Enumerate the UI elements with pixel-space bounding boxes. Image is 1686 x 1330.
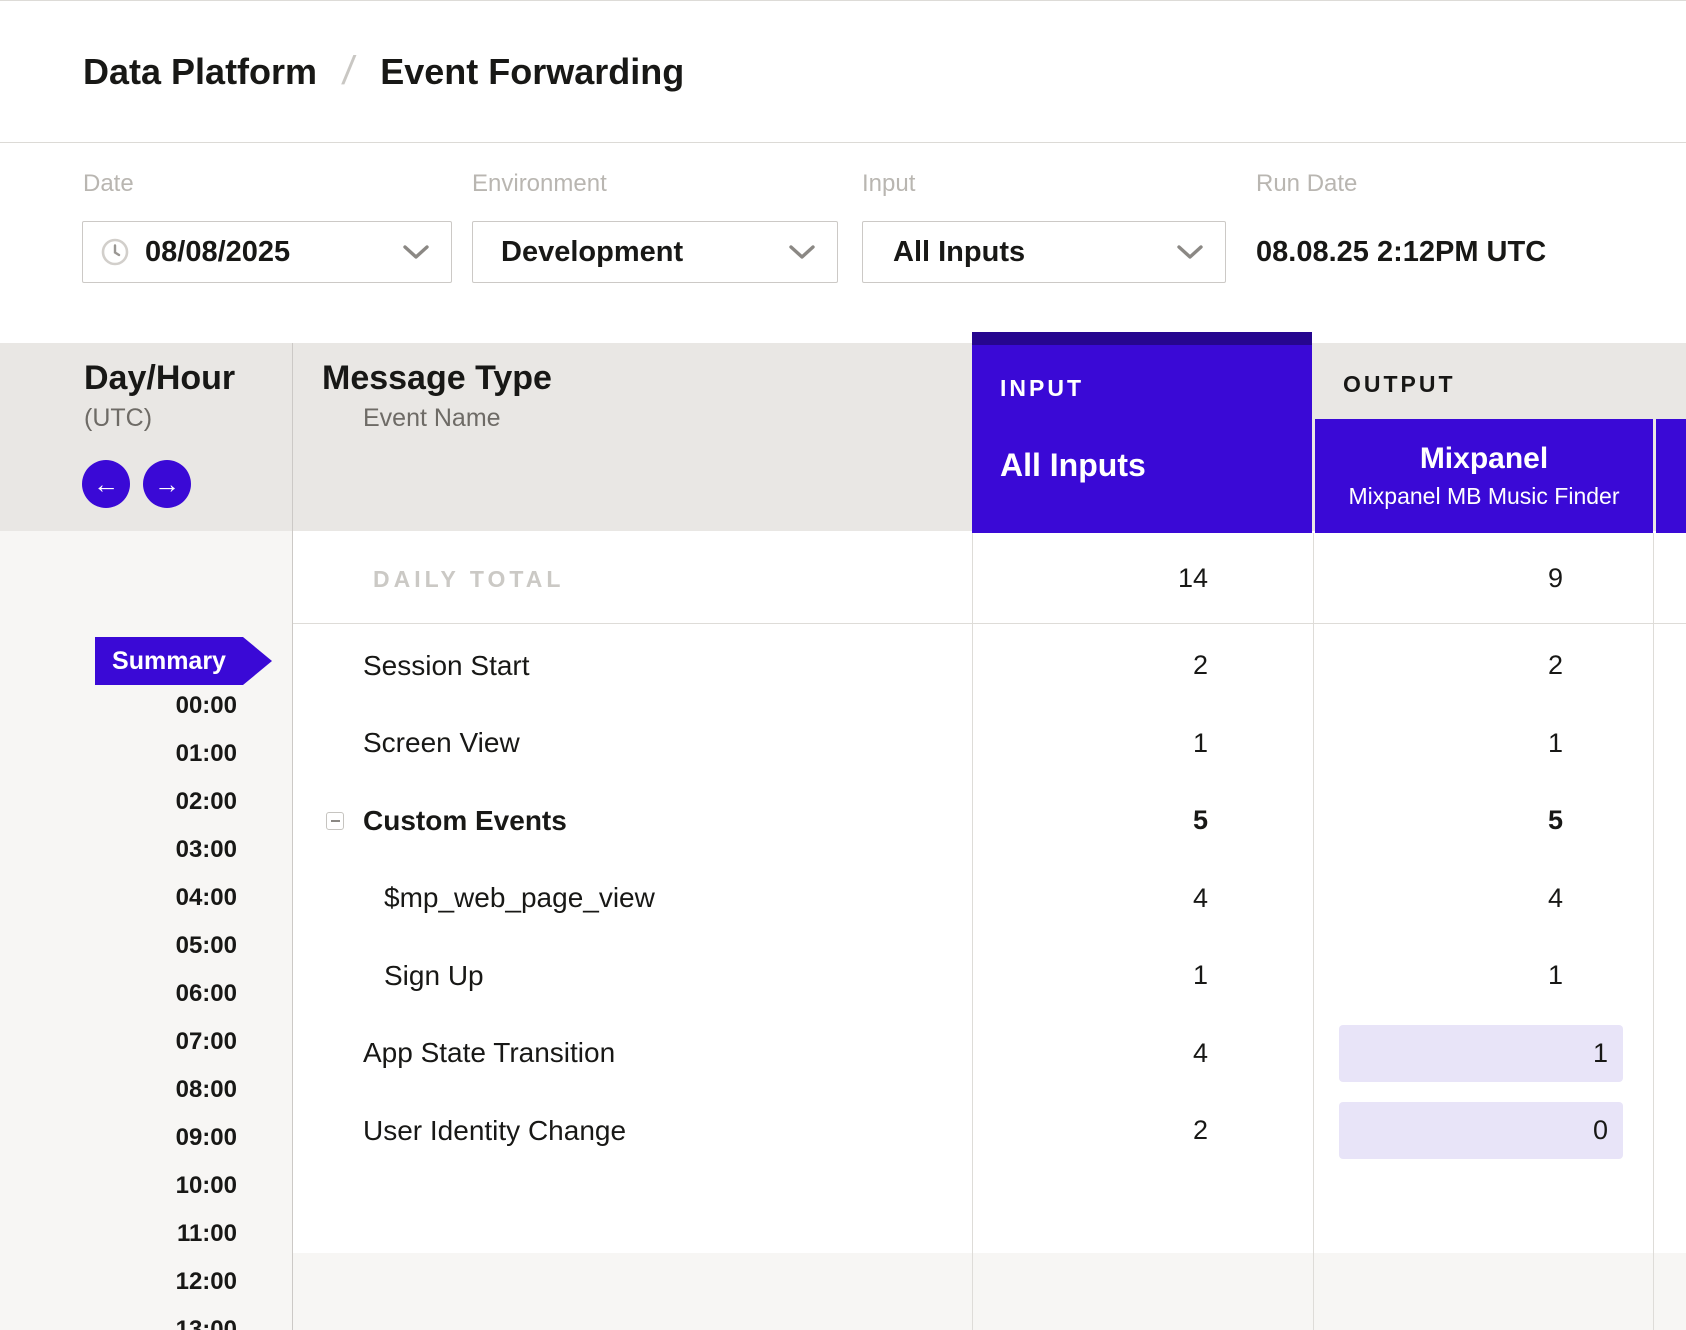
- column-divider: [292, 343, 293, 1330]
- output-column-title: Mixpanel: [1420, 442, 1548, 476]
- next-output-column-header-partial: [1656, 419, 1686, 533]
- hour-row-0400[interactable]: 04:00: [0, 884, 237, 916]
- page-title: Event Forwarding: [380, 51, 684, 93]
- output-column-subtitle: Mixpanel MB Music Finder: [1349, 483, 1620, 510]
- table-row: Screen View 1 1: [292, 705, 1686, 783]
- output-count-highlighted: 0: [1339, 1102, 1623, 1159]
- previous-day-button[interactable]: ←: [82, 460, 130, 508]
- event-forwarding-page: Data Platform / Event Forwarding Date En…: [0, 0, 1686, 1330]
- output-count: 1: [1315, 705, 1608, 783]
- table-row: Session Start 2 2: [292, 627, 1686, 705]
- date-label: Date: [83, 170, 134, 198]
- message-type-header: Message Type: [322, 359, 552, 398]
- date-dropdown[interactable]: 08/08/2025: [82, 221, 452, 283]
- output-count: 4: [1315, 860, 1608, 938]
- output-count: 2: [1315, 627, 1608, 705]
- arrow-left-icon: ←: [93, 469, 119, 500]
- event-name: Screen View: [363, 727, 520, 759]
- breadcrumb-separator: /: [340, 49, 357, 94]
- output-count-highlighted: 1: [1339, 1025, 1623, 1082]
- breadcrumb: Data Platform / Event Forwarding: [0, 1, 1686, 143]
- table-footer-band: [292, 1253, 1686, 1330]
- output-count: 5: [1315, 782, 1608, 860]
- output-column-header[interactable]: Mixpanel Mixpanel MB Music Finder: [1315, 419, 1653, 533]
- daily-total-label: DAILY TOTAL: [373, 566, 564, 593]
- input-count: 2: [972, 1092, 1260, 1170]
- input-count: 2: [972, 627, 1260, 705]
- hour-row-0000[interactable]: 00:00: [0, 692, 237, 724]
- table-row: Sign Up 1 1: [292, 937, 1686, 1015]
- day-hour-timezone: (UTC): [84, 404, 152, 433]
- next-day-button[interactable]: →: [143, 460, 191, 508]
- table-row: User Identity Change 2 0: [292, 1092, 1686, 1170]
- input-value: All Inputs: [893, 236, 1025, 269]
- arrow-right-icon: →: [154, 469, 180, 500]
- input-count: 4: [972, 1015, 1260, 1093]
- output-count: 1: [1315, 937, 1608, 1015]
- chevron-down-icon[interactable]: [1177, 244, 1203, 260]
- daily-total-output-value: 9: [1315, 533, 1608, 624]
- date-value: 08/08/2025: [145, 236, 290, 269]
- column-divider: [972, 533, 973, 1330]
- chevron-down-icon[interactable]: [789, 244, 815, 260]
- input-count: 1: [972, 705, 1260, 783]
- table-row-custom-events: Custom Events 5 5: [292, 782, 1686, 860]
- hour-row-0300[interactable]: 03:00: [0, 836, 237, 868]
- hour-row-0100[interactable]: 01:00: [0, 740, 237, 772]
- input-column-title: All Inputs: [1000, 447, 1146, 484]
- event-name: App State Transition: [363, 1037, 615, 1069]
- run-date-label: Run Date: [1256, 170, 1357, 198]
- input-label: Input: [862, 170, 915, 198]
- input-column-header[interactable]: INPUT All Inputs: [972, 332, 1312, 533]
- input-dropdown[interactable]: All Inputs: [862, 221, 1226, 283]
- hour-row-1100[interactable]: 11:00: [0, 1220, 237, 1252]
- hour-row-0900[interactable]: 09:00: [0, 1124, 237, 1156]
- environment-value: Development: [501, 236, 683, 269]
- event-name-subheader: Event Name: [363, 404, 501, 433]
- run-date-value: 08.08.25 2:12PM UTC: [1256, 221, 1546, 283]
- hour-row-1200[interactable]: 12:00: [0, 1268, 237, 1300]
- breadcrumb-parent[interactable]: Data Platform: [83, 51, 317, 93]
- event-rows: Session Start 2 2 Screen View 1 1 Custom…: [292, 627, 1686, 1170]
- summary-row-tag[interactable]: Summary: [95, 637, 243, 685]
- event-name: Custom Events: [363, 805, 567, 837]
- environment-dropdown[interactable]: Development: [472, 221, 838, 283]
- input-count: 5: [972, 782, 1260, 860]
- collapse-icon[interactable]: [326, 812, 344, 830]
- day-hour-header: Day/Hour: [84, 359, 235, 398]
- hour-row-0800[interactable]: 08:00: [0, 1076, 237, 1108]
- table-row: App State Transition 4 1: [292, 1015, 1686, 1093]
- hour-row-1000[interactable]: 10:00: [0, 1172, 237, 1204]
- column-divider: [1653, 533, 1654, 1330]
- summary-label: Summary: [112, 647, 226, 676]
- hour-row-1300[interactable]: 13:00: [0, 1316, 237, 1330]
- clock-icon: [101, 238, 129, 266]
- output-section-label: OUTPUT: [1343, 371, 1456, 398]
- daily-total-row: DAILY TOTAL 14 9: [292, 533, 1686, 624]
- hour-row-0600[interactable]: 06:00: [0, 980, 237, 1012]
- event-name: $mp_web_page_view: [384, 882, 655, 914]
- input-section-label: INPUT: [1000, 375, 1084, 402]
- filter-bar: Date Environment Input Run Date 08/08/20…: [0, 144, 1686, 343]
- environment-label: Environment: [472, 170, 607, 198]
- hour-row-0700[interactable]: 07:00: [0, 1028, 237, 1060]
- column-divider: [1313, 533, 1314, 1330]
- hour-row-0200[interactable]: 02:00: [0, 788, 237, 820]
- event-name: User Identity Change: [363, 1115, 626, 1147]
- input-count: 1: [972, 937, 1260, 1015]
- event-name: Session Start: [363, 650, 530, 682]
- chevron-down-icon[interactable]: [403, 244, 429, 260]
- input-count: 4: [972, 860, 1260, 938]
- event-name: Sign Up: [384, 960, 484, 992]
- table-row: $mp_web_page_view 4 4: [292, 860, 1686, 938]
- daily-total-input-value: 14: [972, 533, 1260, 624]
- hour-row-0500[interactable]: 05:00: [0, 932, 237, 964]
